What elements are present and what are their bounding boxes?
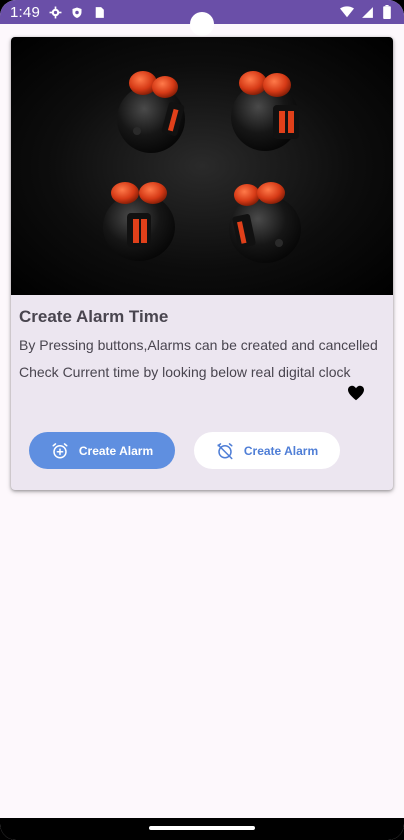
navigation-bar xyxy=(0,818,404,840)
camera-cutout xyxy=(190,12,214,36)
heart-icon[interactable] xyxy=(347,385,365,401)
alarm-clock-illustration xyxy=(229,182,301,263)
alarm-card: Create Alarm Time By Pressing buttons,Al… xyxy=(11,37,393,490)
card-description: By Pressing buttons,Alarms can be create… xyxy=(19,337,378,353)
alarm-off-icon xyxy=(216,442,234,460)
shield-icon xyxy=(70,5,84,19)
alarm-clocks-image xyxy=(11,37,393,295)
sim-card-icon xyxy=(92,5,106,19)
alarm-clock-illustration xyxy=(231,71,299,151)
battery-icon xyxy=(380,5,394,19)
wifi-icon xyxy=(340,5,354,19)
alarm-clock-illustration xyxy=(117,71,185,153)
gear-icon xyxy=(48,5,62,19)
create-alarm-label: Create Alarm xyxy=(78,443,154,458)
card-description: Check Current time by looking below real… xyxy=(19,364,351,380)
cancel-alarm-label: Create Alarm xyxy=(243,443,319,458)
card-title: Create Alarm Time xyxy=(19,307,169,326)
gesture-handle[interactable] xyxy=(149,826,255,830)
app-screen: 1:49 Create Alarm Time By Pressing butto… xyxy=(0,0,404,840)
alarm-clock-illustration xyxy=(103,182,175,261)
alarm-add-icon xyxy=(51,442,69,460)
status-time: 1:49 xyxy=(10,3,40,21)
signal-icon xyxy=(360,5,374,19)
cancel-alarm-button[interactable]: Create Alarm xyxy=(194,432,340,469)
create-alarm-button[interactable]: Create Alarm xyxy=(29,432,175,469)
